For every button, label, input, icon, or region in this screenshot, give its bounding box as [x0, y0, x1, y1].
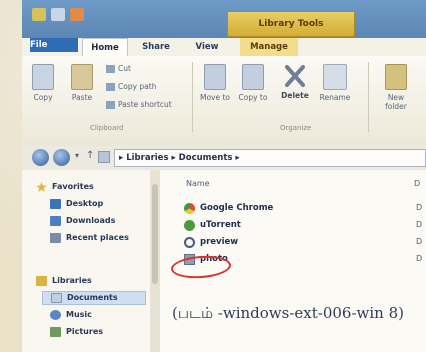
paste-shortcut-label: Paste shortcut [118, 100, 172, 109]
nav-music[interactable]: Music [50, 308, 92, 322]
up-arrow-icon[interactable]: ↑ [86, 150, 94, 161]
delete-button[interactable]: Delete [280, 64, 310, 100]
chrome-icon [184, 202, 195, 214]
copy-to-label: Copy to [238, 93, 268, 102]
star-icon [36, 182, 47, 192]
nav-libraries[interactable]: Libraries [36, 274, 92, 288]
forward-arrow-icon[interactable] [53, 149, 70, 166]
copy-icon [32, 64, 54, 90]
nav-favorites[interactable]: Favorites [36, 180, 94, 194]
paste-shortcut-icon [106, 100, 115, 109]
image-caption: (படம் -windows-ext-006-win 8) [172, 304, 404, 322]
copy-label: Copy [33, 93, 53, 102]
new-folder-icon[interactable] [70, 8, 84, 21]
paste-shortcut-button[interactable]: Paste shortcut [106, 100, 172, 109]
address-path[interactable]: ▸ Libraries ▸ Documents ▸ [114, 149, 426, 167]
nav-desktop-label: Desktop [66, 199, 104, 208]
new-folder-icon [385, 64, 407, 90]
nav-recent-places[interactable]: Recent places [50, 231, 129, 245]
copy-path-label: Copy path [118, 82, 157, 91]
tab-file[interactable]: File [30, 38, 78, 52]
new-folder-button[interactable]: New folder [376, 64, 416, 111]
copy-path-button[interactable]: Copy path [106, 82, 156, 91]
cut-label: Cut [118, 64, 131, 73]
nav-music-label: Music [66, 310, 92, 319]
downloads-icon [50, 216, 61, 226]
cut-button[interactable]: Cut [106, 64, 131, 73]
scissors-icon [106, 64, 115, 73]
ribbon-separator [192, 62, 193, 132]
tab-share[interactable]: Share [136, 38, 176, 56]
rename-button[interactable]: Rename [316, 64, 354, 102]
scrollbar-thumb[interactable] [152, 184, 158, 284]
folder-icon[interactable] [32, 8, 46, 21]
nav-documents-label: Documents [67, 293, 118, 302]
properties-icon[interactable] [51, 8, 65, 21]
nav-downloads-label: Downloads [66, 216, 116, 225]
copy-to-button[interactable]: Copy to [236, 64, 270, 102]
ribbon-separator [368, 62, 369, 132]
organize-group-label: Organize [280, 124, 312, 132]
copy-to-icon [242, 64, 264, 90]
library-tools-tab-label: Library Tools [227, 11, 355, 37]
paste-label: Paste [71, 93, 93, 102]
clipboard-group-label: Clipboard [90, 124, 124, 132]
nav-pictures-label: Pictures [66, 327, 103, 336]
file-name: uTorrent [200, 220, 241, 230]
delete-x-icon [284, 64, 306, 88]
copy-path-icon [106, 82, 115, 91]
documents-icon [51, 293, 62, 303]
nav-recent-places-label: Recent places [66, 233, 129, 242]
utorrent-icon [184, 219, 195, 231]
move-to-label: Move to [199, 93, 231, 102]
recent-places-icon [50, 233, 61, 243]
delete-label: Delete [281, 91, 309, 100]
move-to-button[interactable]: Move to [198, 64, 232, 102]
rename-icon [323, 64, 347, 90]
new-folder-label: New folder [385, 93, 407, 111]
file-row[interactable]: preview [184, 235, 238, 249]
date-cell: D [416, 220, 423, 229]
tab-manage[interactable]: Manage [240, 38, 298, 56]
libraries-icon [36, 276, 47, 286]
nav-documents[interactable]: Documents [42, 291, 146, 305]
music-icon [50, 310, 61, 320]
navigation-pane: Favorites Desktop Downloads Recent place… [22, 170, 150, 352]
tab-view[interactable]: View [190, 38, 224, 56]
file-name: Google Chrome [200, 203, 274, 213]
window-title-bar: Library Tools [22, 0, 426, 38]
copy-button[interactable]: Copy [28, 64, 58, 102]
file-row[interactable]: uTorrent [184, 218, 241, 232]
file-row[interactable]: Google Chrome [184, 201, 273, 215]
date-cell: D [416, 203, 423, 212]
column-header-name[interactable]: Name [186, 179, 210, 188]
desktop-icon [50, 199, 61, 209]
nav-libraries-label: Libraries [52, 276, 92, 285]
clipboard-icon [71, 64, 93, 90]
library-icon [98, 151, 110, 163]
ribbon-tab-strip: File Home Share View Manage [22, 38, 426, 57]
nav-pictures[interactable]: Pictures [50, 325, 103, 339]
recent-dropdown-chevron-icon[interactable]: ▾ [75, 151, 79, 160]
pictures-icon [50, 327, 61, 337]
nav-desktop[interactable]: Desktop [50, 197, 103, 211]
date-cell: D [416, 254, 423, 263]
paste-button[interactable]: Paste [66, 64, 98, 102]
address-bar-row: ▾ ↑ ▸ Libraries ▸ Documents ▸ [22, 146, 426, 170]
date-cell: D [416, 237, 423, 246]
nav-pane-scrollbar[interactable] [150, 176, 160, 352]
move-to-icon [204, 64, 226, 90]
quick-access-toolbar [32, 8, 84, 21]
rename-label: Rename [319, 93, 351, 102]
nav-downloads[interactable]: Downloads [50, 214, 115, 228]
ribbon: Copy Paste Cut Copy path Paste shortcut … [22, 56, 426, 147]
tab-home[interactable]: Home [82, 38, 128, 56]
nav-favorites-label: Favorites [52, 182, 94, 191]
preview-icon [184, 236, 195, 248]
back-arrow-icon[interactable] [32, 149, 49, 166]
file-name: preview [200, 237, 239, 247]
column-header-date[interactable]: D [414, 179, 420, 188]
